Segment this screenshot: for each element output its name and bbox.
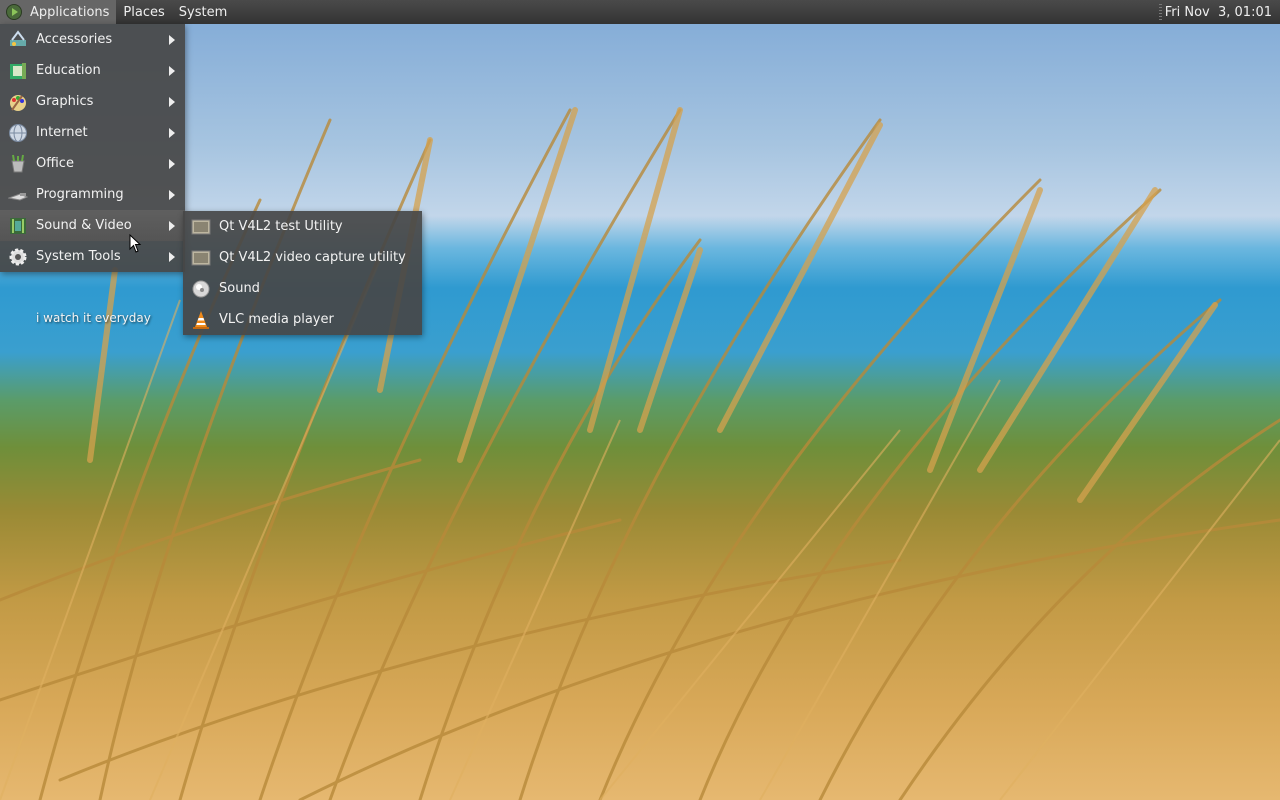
menu-item-graphics[interactable]: Graphics <box>0 86 185 117</box>
submenu-item-label: Qt V4L2 test Utility <box>219 219 343 234</box>
submenu-item-vlc[interactable]: VLC media player <box>183 304 422 335</box>
submenu-item-qt-v4l2-capture[interactable]: Qt V4L2 video capture utility <box>183 242 422 273</box>
graphics-icon <box>10 94 26 111</box>
places-menu-button[interactable]: Places <box>116 0 171 24</box>
clock-text: Fri Nov 3, 01:01 <box>1164 4 1272 20</box>
menu-item-system-tools[interactable]: System Tools <box>0 241 185 272</box>
menu-item-label: Sound & Video <box>36 218 132 233</box>
menu-item-label: Education <box>36 63 101 78</box>
applications-logo-icon <box>6 4 22 20</box>
applications-menu-button[interactable]: Applications <box>0 0 117 24</box>
vlc-icon <box>193 310 209 329</box>
menu-item-label: Office <box>36 156 74 171</box>
sound-video-icon <box>10 217 26 234</box>
places-menu-label: Places <box>123 4 165 20</box>
chevron-right-icon <box>169 35 175 45</box>
chevron-right-icon <box>169 221 175 231</box>
sound-video-submenu: Qt V4L2 test Utility Qt V4L2 video captu… <box>183 211 422 335</box>
panel-separator <box>1158 4 1162 20</box>
sound-icon <box>192 280 210 297</box>
menu-item-programming[interactable]: Programming <box>0 179 185 210</box>
chevron-right-icon <box>169 128 175 138</box>
menu-item-sound-video[interactable]: Sound & Video <box>0 210 185 241</box>
chevron-right-icon <box>169 252 175 262</box>
wallpaper-grass <box>0 107 1280 800</box>
menu-item-office[interactable]: Office <box>0 148 185 179</box>
menu-item-education[interactable]: Education <box>0 55 185 86</box>
menu-item-label: Internet <box>36 125 88 140</box>
chevron-right-icon <box>169 66 175 76</box>
accessories-icon <box>10 29 26 46</box>
desktop-background: Applications Places System Fri Nov 3, 01… <box>0 0 1280 800</box>
submenu-item-qt-v4l2-test[interactable]: Qt V4L2 test Utility <box>183 211 422 242</box>
desktop-label: i watch it everyday <box>36 311 151 325</box>
submenu-item-label: Sound <box>219 281 260 296</box>
submenu-item-label: VLC media player <box>219 312 334 327</box>
internet-icon <box>9 123 27 142</box>
qt-v4l2-icon <box>191 219 211 234</box>
submenu-item-sound[interactable]: Sound <box>183 273 422 304</box>
menu-item-label: Programming <box>36 187 124 202</box>
top-panel: Applications Places System Fri Nov 3, 01… <box>0 0 1280 24</box>
submenu-item-label: Qt V4L2 video capture utility <box>219 250 406 265</box>
applications-menu: Accessories Education Graphics Internet … <box>0 24 185 272</box>
menu-item-accessories[interactable]: Accessories <box>0 24 185 55</box>
system-menu-button[interactable]: System <box>172 0 234 24</box>
system-tools-icon <box>9 248 27 265</box>
qt-v4l2-capture-icon <box>191 250 211 265</box>
education-icon <box>10 62 26 79</box>
menu-item-internet[interactable]: Internet <box>0 117 185 148</box>
menu-item-label: Accessories <box>36 32 113 47</box>
menu-item-label: Graphics <box>36 94 94 109</box>
office-icon <box>11 154 25 172</box>
programming-icon <box>8 192 28 201</box>
system-menu-label: System <box>178 4 228 20</box>
menu-item-label: System Tools <box>36 249 121 264</box>
applications-menu-label: Applications <box>30 4 110 20</box>
mouse-cursor-icon <box>129 234 142 253</box>
chevron-right-icon <box>169 190 175 200</box>
chevron-right-icon <box>169 159 175 169</box>
chevron-right-icon <box>169 97 175 107</box>
clock[interactable]: Fri Nov 3, 01:01 <box>1158 0 1280 24</box>
